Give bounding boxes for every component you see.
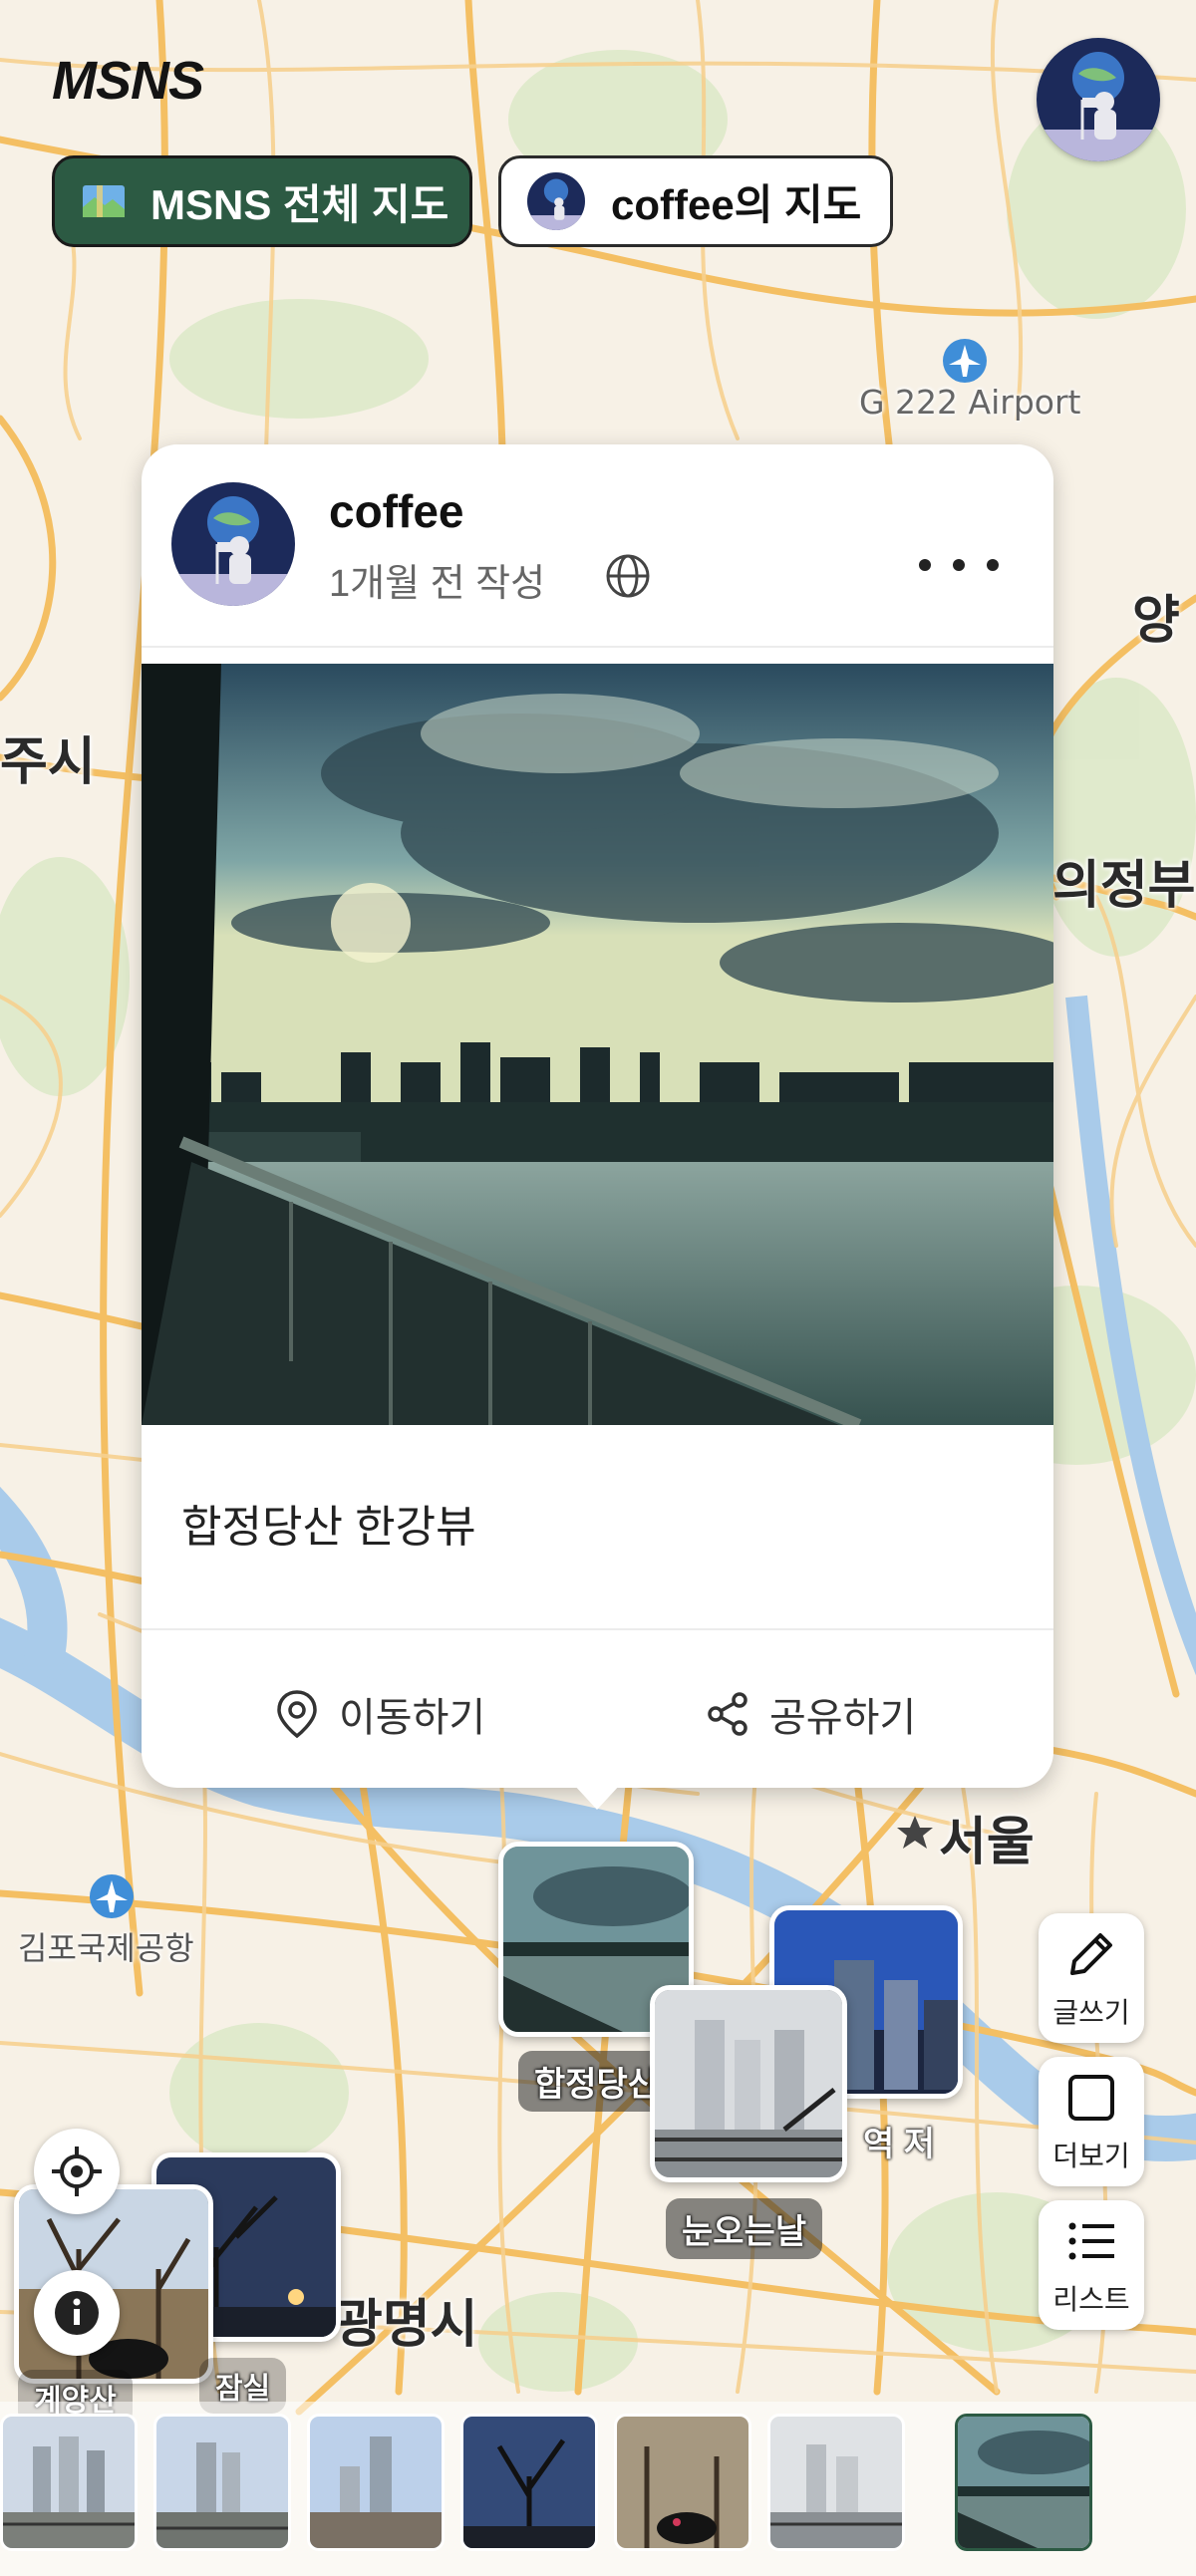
river-view-photo: [142, 664, 1053, 1425]
list-button-label: 리스트: [1052, 2284, 1130, 2315]
thumbnail[interactable]: [0, 2414, 138, 2551]
map-label-uijeongbu: 의정부: [1052, 856, 1196, 916]
thumbnail[interactable]: [307, 2414, 445, 2551]
thumbnail-photo: [770, 2417, 902, 2548]
my-map-chip-label: coffee의 지도: [611, 180, 862, 228]
post-timestamp: 1개월 전 작성: [329, 563, 546, 605]
map-label-airport: G 222 Airport: [859, 383, 1081, 422]
thumbnail-photo: [617, 2417, 748, 2548]
photo-marker-snow[interactable]: [650, 1985, 847, 2182]
info-button[interactable]: [34, 2270, 120, 2356]
more-options-icon[interactable]: [919, 540, 999, 590]
divider: [142, 646, 1053, 648]
square-icon: [1068, 2075, 1114, 2121]
location-pin-icon: [277, 1690, 317, 1739]
map-label-ju-si: 주시: [0, 732, 96, 792]
share-icon: [708, 1692, 748, 1736]
share-button[interactable]: 공유하기: [702, 1684, 916, 1744]
post-content: 합정당산 한강뷰: [181, 1503, 476, 1552]
list-button[interactable]: 리스트: [1039, 2200, 1144, 2330]
astronaut-avatar-icon: [527, 172, 585, 230]
map-icon: [83, 185, 125, 217]
map-label-seoul: 서울: [939, 1813, 1035, 1872]
profile-avatar-button[interactable]: [1037, 38, 1160, 161]
write-button-label: 글쓰기: [1052, 1997, 1130, 2028]
move-button-label: 이동하기: [339, 1696, 486, 1740]
list-icon: [1068, 2222, 1114, 2260]
all-map-chip[interactable]: MSNS 전체 지도: [52, 155, 472, 247]
thumbnail-photo: [463, 2417, 595, 2548]
card-pointer: [573, 1784, 621, 1810]
thumbnail-photo: [958, 2417, 1089, 2548]
avatar: [527, 172, 585, 230]
astronaut-avatar-icon: [171, 482, 295, 606]
astronaut-avatar-icon: [1037, 38, 1160, 161]
all-map-chip-label: MSNS 전체 지도: [150, 180, 449, 228]
thumbnail-selected[interactable]: [955, 2414, 1092, 2551]
info-icon: [55, 2291, 99, 2335]
post-username[interactable]: coffee: [329, 484, 463, 538]
my-location-button[interactable]: [34, 2129, 120, 2214]
divider: [142, 1628, 1053, 1630]
globe-icon: [606, 554, 650, 598]
thumbnail-photo: [3, 2417, 135, 2548]
photo-marker-station-label: 역 저: [863, 2126, 936, 2163]
my-map-chip[interactable]: coffee의 지도: [498, 155, 893, 247]
thumbnail[interactable]: [460, 2414, 598, 2551]
map-label-gimpo: 김포국제공항: [18, 1929, 194, 1967]
map-label-gwangmyeong: 광명시: [335, 2295, 478, 2355]
thumbnail[interactable]: [153, 2414, 291, 2551]
photo-marker-snow-label: 눈오는날: [666, 2198, 823, 2259]
thumbnail[interactable]: [614, 2414, 751, 2551]
thumbnail-photo: [310, 2417, 442, 2548]
write-button[interactable]: 글쓰기: [1039, 1913, 1144, 2043]
share-button-label: 공유하기: [769, 1696, 917, 1740]
move-button[interactable]: 이동하기: [271, 1684, 485, 1744]
crosshair-icon: [52, 2147, 102, 2196]
thumbnail-photo: [156, 2417, 288, 2548]
marker-photo: [655, 1990, 842, 2177]
app-logo: MSNS: [52, 51, 204, 111]
more-button-label: 더보기: [1052, 2141, 1130, 2171]
more-button[interactable]: 더보기: [1039, 2057, 1144, 2186]
post-author-avatar[interactable]: [171, 482, 295, 606]
post-photo[interactable]: [142, 664, 1053, 1425]
post-card: coffee 1개월 전 작성 합정당산 한강뷰 이동하기 공유하기: [142, 444, 1053, 1788]
pencil-icon: [1070, 1933, 1112, 1975]
map-label-yang: 양: [1132, 591, 1180, 651]
thumbnail[interactable]: [767, 2414, 905, 2551]
